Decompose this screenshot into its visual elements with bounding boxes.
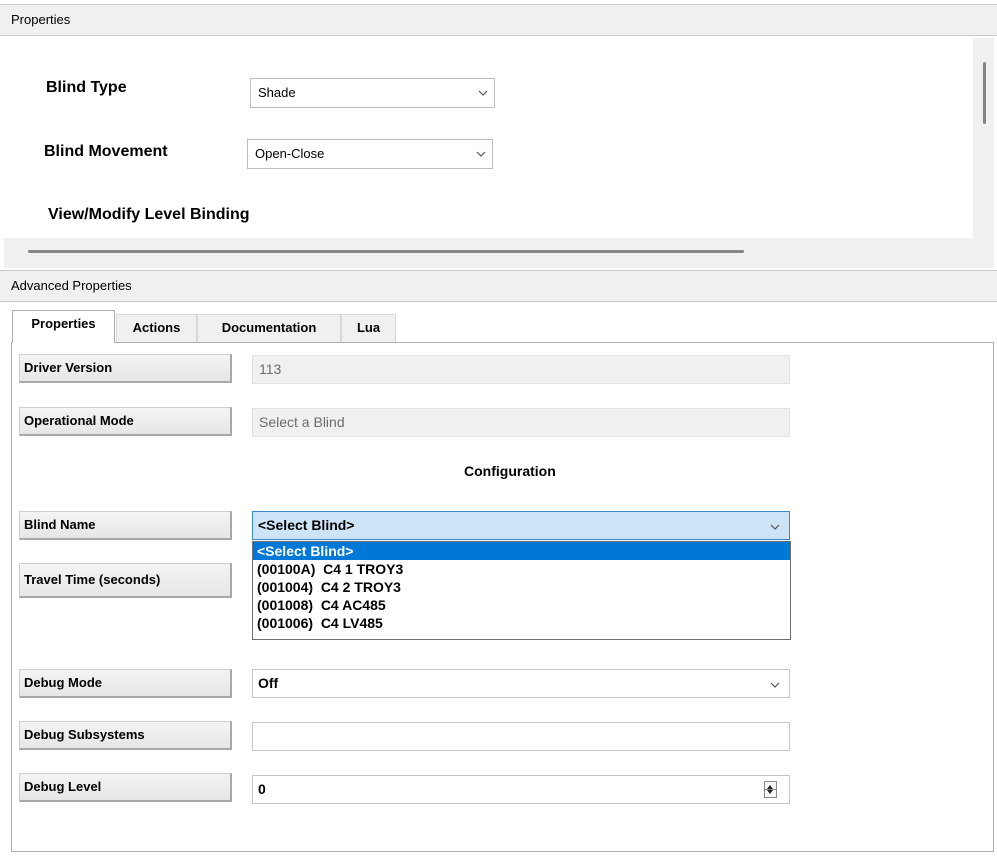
dropdown-option[interactable]: (00100A) C4 1 TROY3: [253, 560, 790, 578]
tab-documentation[interactable]: Documentation: [197, 314, 341, 342]
properties-panel-header: Properties: [0, 4, 997, 36]
vertical-scrollbar-thumb[interactable]: [983, 62, 986, 124]
chevron-down-icon: [770, 524, 780, 530]
advanced-properties-header: Advanced Properties: [0, 270, 997, 302]
dropdown-option-select-blind[interactable]: <Select Blind>: [253, 542, 790, 560]
debug-subsystems-input[interactable]: [252, 722, 790, 751]
debug-mode-label: Debug Mode: [19, 669, 232, 698]
chevron-down-icon: [770, 682, 780, 688]
driver-version-label: Driver Version: [19, 354, 232, 383]
driver-version-field: 113: [252, 355, 790, 384]
tab-actions[interactable]: Actions: [116, 314, 197, 342]
blind-type-value: Shade: [258, 85, 296, 100]
debug-level-label: Debug Level: [19, 773, 232, 802]
debug-mode-select[interactable]: Off: [252, 669, 790, 698]
debug-mode-value: Off: [258, 675, 279, 691]
blind-movement-label: Blind Movement: [44, 143, 168, 160]
blind-type-label: Blind Type: [46, 79, 127, 96]
level-binding-link[interactable]: View/Modify Level Binding: [48, 206, 250, 224]
blind-movement-select[interactable]: Open-Close: [247, 139, 493, 169]
blind-movement-value: Open-Close: [255, 146, 325, 161]
configuration-heading: Configuration: [464, 463, 556, 479]
chevron-down-icon: [478, 90, 488, 96]
properties-panel-title: Properties: [11, 12, 71, 27]
blind-name-label: Blind Name: [19, 511, 232, 540]
tab-lua[interactable]: Lua: [341, 314, 396, 342]
advanced-properties-title: Advanced Properties: [11, 278, 132, 293]
operational-mode-label: Operational Mode: [19, 407, 232, 436]
debug-level-value: 0: [258, 781, 266, 797]
blind-name-dropdown-list: <Select Blind> (00100A) C4 1 TROY3 (0010…: [252, 541, 791, 640]
chevron-down-icon: [476, 151, 486, 157]
debug-subsystems-label: Debug Subsystems: [19, 721, 232, 750]
operational-mode-field: Select a Blind: [252, 408, 790, 437]
blind-name-value: <Select Blind>: [258, 517, 355, 533]
up-down-spinner-icon[interactable]: [764, 781, 777, 798]
horizontal-scrollbar-thumb[interactable]: [28, 250, 744, 253]
dropdown-option[interactable]: (001004) C4 2 TROY3: [253, 578, 790, 596]
blind-type-select[interactable]: Shade: [250, 78, 495, 108]
dropdown-option[interactable]: (001006) C4 LV485: [253, 614, 790, 632]
horizontal-scrollbar[interactable]: [4, 238, 994, 268]
blind-name-select[interactable]: <Select Blind>: [252, 511, 790, 540]
tab-properties[interactable]: Properties: [12, 310, 115, 343]
travel-time-label: Travel Time (seconds): [19, 563, 232, 598]
dropdown-option[interactable]: (001008) C4 AC485: [253, 596, 790, 614]
debug-level-stepper[interactable]: 0: [252, 775, 790, 804]
